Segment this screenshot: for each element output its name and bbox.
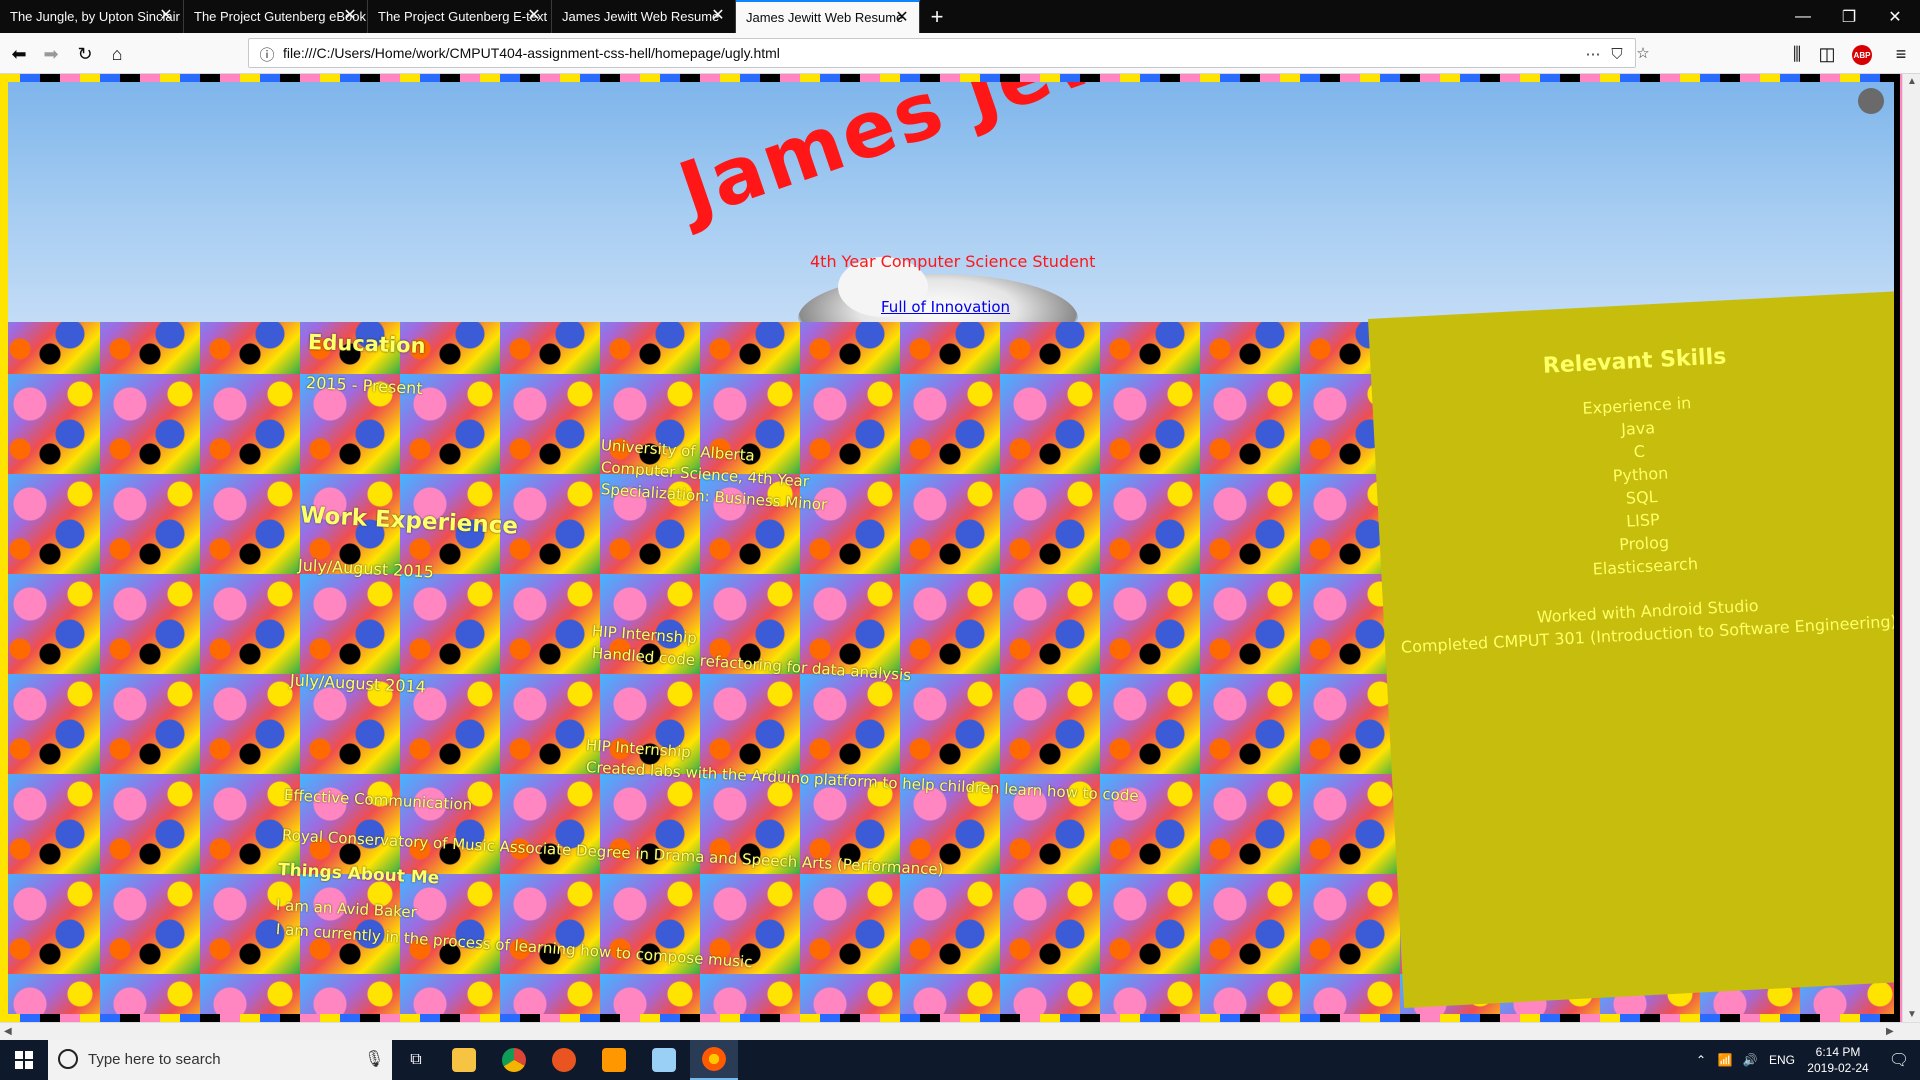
tab-resume[interactable]: James Jewitt Web Resume ✕ bbox=[552, 0, 736, 33]
notifications-icon[interactable]: 🗨 bbox=[1884, 1040, 1914, 1080]
firefox-icon[interactable] bbox=[690, 1040, 738, 1080]
tab-gutenberg-dr[interactable]: The Project Gutenberg eBook of Dr ✕ bbox=[184, 0, 368, 33]
home-icon[interactable]: ⌂ bbox=[102, 39, 132, 69]
bookmark-star-icon[interactable]: ☆ bbox=[1633, 43, 1653, 63]
about-heading: Things About Me bbox=[277, 860, 440, 889]
pocket-icon[interactable]: ⛉ bbox=[1607, 44, 1627, 64]
library-icon[interactable]: ⫼ bbox=[1782, 39, 1812, 69]
new-tab-button[interactable]: + bbox=[920, 0, 954, 33]
taskbar: Type here to search 🎙 ⧉ ⌃ 📶 🔊 ENG 6:14 P… bbox=[0, 1040, 1920, 1080]
volume-icon[interactable]: 🔊 bbox=[1738, 1040, 1762, 1080]
clock-time: 6:14 PM bbox=[1815, 1045, 1861, 1059]
url-bar[interactable]: ⓘ file:///C:/Users/Home/work/CMPUT404-as… bbox=[248, 38, 1650, 68]
scroll-right-icon[interactable]: ▶ bbox=[1886, 1026, 1894, 1037]
adblock-icon[interactable]: ABP bbox=[1852, 45, 1872, 65]
microphone-icon[interactable]: 🎙 bbox=[364, 1049, 384, 1069]
tab-jungle[interactable]: The Jungle, by Upton Sinclair ✕ bbox=[0, 0, 184, 33]
header-banner: James Jewitt 4th Year Computer Science S… bbox=[8, 82, 1894, 322]
close-icon[interactable]: ✕ bbox=[159, 8, 173, 24]
horizontal-scrollbar[interactable]: ◀ ▶ bbox=[0, 1022, 1920, 1040]
job-title: HIP Internship bbox=[585, 736, 692, 762]
taskbar-search[interactable]: Type here to search 🎙 bbox=[48, 1040, 392, 1080]
url-text[interactable]: file:///C:/Users/Home/work/CMPUT404-assi… bbox=[283, 45, 780, 61]
navigation-toolbar: ⬅ ➡ ↻ ⌂ ⓘ file:///C:/Users/Home/work/CMP… bbox=[0, 33, 1920, 74]
cortana-icon bbox=[58, 1049, 78, 1069]
page-viewport: James Jewitt 4th Year Computer Science S… bbox=[0, 74, 1902, 1022]
skills-panel: Relevant Skills Experience in Java C Pyt… bbox=[1368, 291, 1902, 1009]
tab-label: James Jewitt Web Resume bbox=[562, 9, 720, 24]
close-icon[interactable]: ✕ bbox=[895, 10, 909, 26]
windows-start-icon[interactable] bbox=[0, 1040, 48, 1080]
vertical-scrollbar[interactable]: ▲ ▼ bbox=[1902, 74, 1920, 1022]
file-explorer-icon[interactable] bbox=[440, 1040, 488, 1080]
close-icon[interactable]: ✕ bbox=[343, 8, 357, 24]
avatar bbox=[1858, 88, 1884, 114]
ubuntu-icon[interactable] bbox=[540, 1040, 588, 1080]
subtitle: 4th Year Computer Science Student bbox=[810, 252, 1096, 271]
sidebar-icon[interactable]: ◫ bbox=[1812, 39, 1842, 69]
about-item: I am an Avid Baker bbox=[275, 896, 418, 922]
page-actions-icon[interactable]: ⋯ bbox=[1583, 44, 1603, 64]
restore-icon[interactable]: ❐ bbox=[1826, 0, 1872, 33]
tab-resume-active[interactable]: James Jewitt Web Resume ✕ bbox=[736, 0, 920, 33]
chrome-icon[interactable] bbox=[490, 1040, 538, 1080]
menu-icon[interactable]: ≡ bbox=[1886, 39, 1916, 69]
job-date: July/August 2014 bbox=[289, 670, 427, 697]
tab-strip: The Jungle, by Upton Sinclair ✕ The Proj… bbox=[0, 0, 1920, 33]
skills-heading: Relevant Skills bbox=[1542, 344, 1727, 379]
innovation-link[interactable]: Full of Innovation bbox=[881, 298, 1010, 316]
about-item: I am currently in the process of learnin… bbox=[275, 920, 754, 972]
tab-label: James Jewitt Web Resume bbox=[746, 10, 904, 25]
paint-icon[interactable] bbox=[640, 1040, 688, 1080]
scroll-left-icon[interactable]: ◀ bbox=[4, 1026, 12, 1037]
minimize-icon[interactable]: — bbox=[1780, 0, 1826, 33]
scroll-up-icon[interactable]: ▲ bbox=[1907, 76, 1917, 87]
education-date: 2015 - Present bbox=[305, 372, 424, 399]
clock-date: 2019-02-24 bbox=[1807, 1061, 1869, 1075]
tray-expand-icon[interactable]: ⌃ bbox=[1690, 1040, 1712, 1080]
tab-label: The Jungle, by Upton Sinclair bbox=[10, 9, 180, 24]
job-description: Handled code refactoring for data analys… bbox=[591, 644, 912, 685]
job-description: Created labs with the Arduino platform t… bbox=[585, 758, 1140, 805]
network-icon[interactable]: 📶 bbox=[1714, 1040, 1736, 1080]
search-placeholder: Type here to search bbox=[88, 1051, 221, 1068]
info-icon[interactable]: ⓘ bbox=[257, 44, 277, 64]
job-date: July/August 2015 bbox=[297, 555, 435, 582]
scroll-down-icon[interactable]: ▼ bbox=[1907, 1009, 1917, 1020]
reload-icon[interactable]: ↻ bbox=[70, 39, 100, 69]
page-title: James Jewitt bbox=[668, 82, 1236, 237]
language-indicator[interactable]: ENG bbox=[1764, 1040, 1800, 1080]
education-heading: Education bbox=[307, 329, 426, 359]
communication-item: Effective Communication bbox=[283, 786, 473, 814]
job-title: HIP Internship bbox=[591, 622, 698, 648]
back-icon[interactable]: ⬅ bbox=[4, 39, 34, 69]
sublime-icon[interactable] bbox=[590, 1040, 638, 1080]
window-close-icon[interactable]: ✕ bbox=[1872, 0, 1918, 33]
tab-label: The Project Gutenberg eBook of Dr bbox=[194, 9, 367, 24]
clock[interactable]: 6:14 PM 2019-02-24 bbox=[1800, 1040, 1876, 1080]
close-icon[interactable]: ✕ bbox=[711, 8, 725, 24]
task-view-icon[interactable]: ⧉ bbox=[392, 1040, 440, 1080]
forward-icon[interactable]: ➡ bbox=[36, 39, 66, 69]
work-heading: Work Experience bbox=[299, 502, 519, 540]
close-icon[interactable]: ✕ bbox=[527, 8, 541, 24]
tab-gutenberg-ol[interactable]: The Project Gutenberg E-text of Ol ✕ bbox=[368, 0, 552, 33]
tab-label: The Project Gutenberg E-text of Ol bbox=[378, 9, 551, 24]
